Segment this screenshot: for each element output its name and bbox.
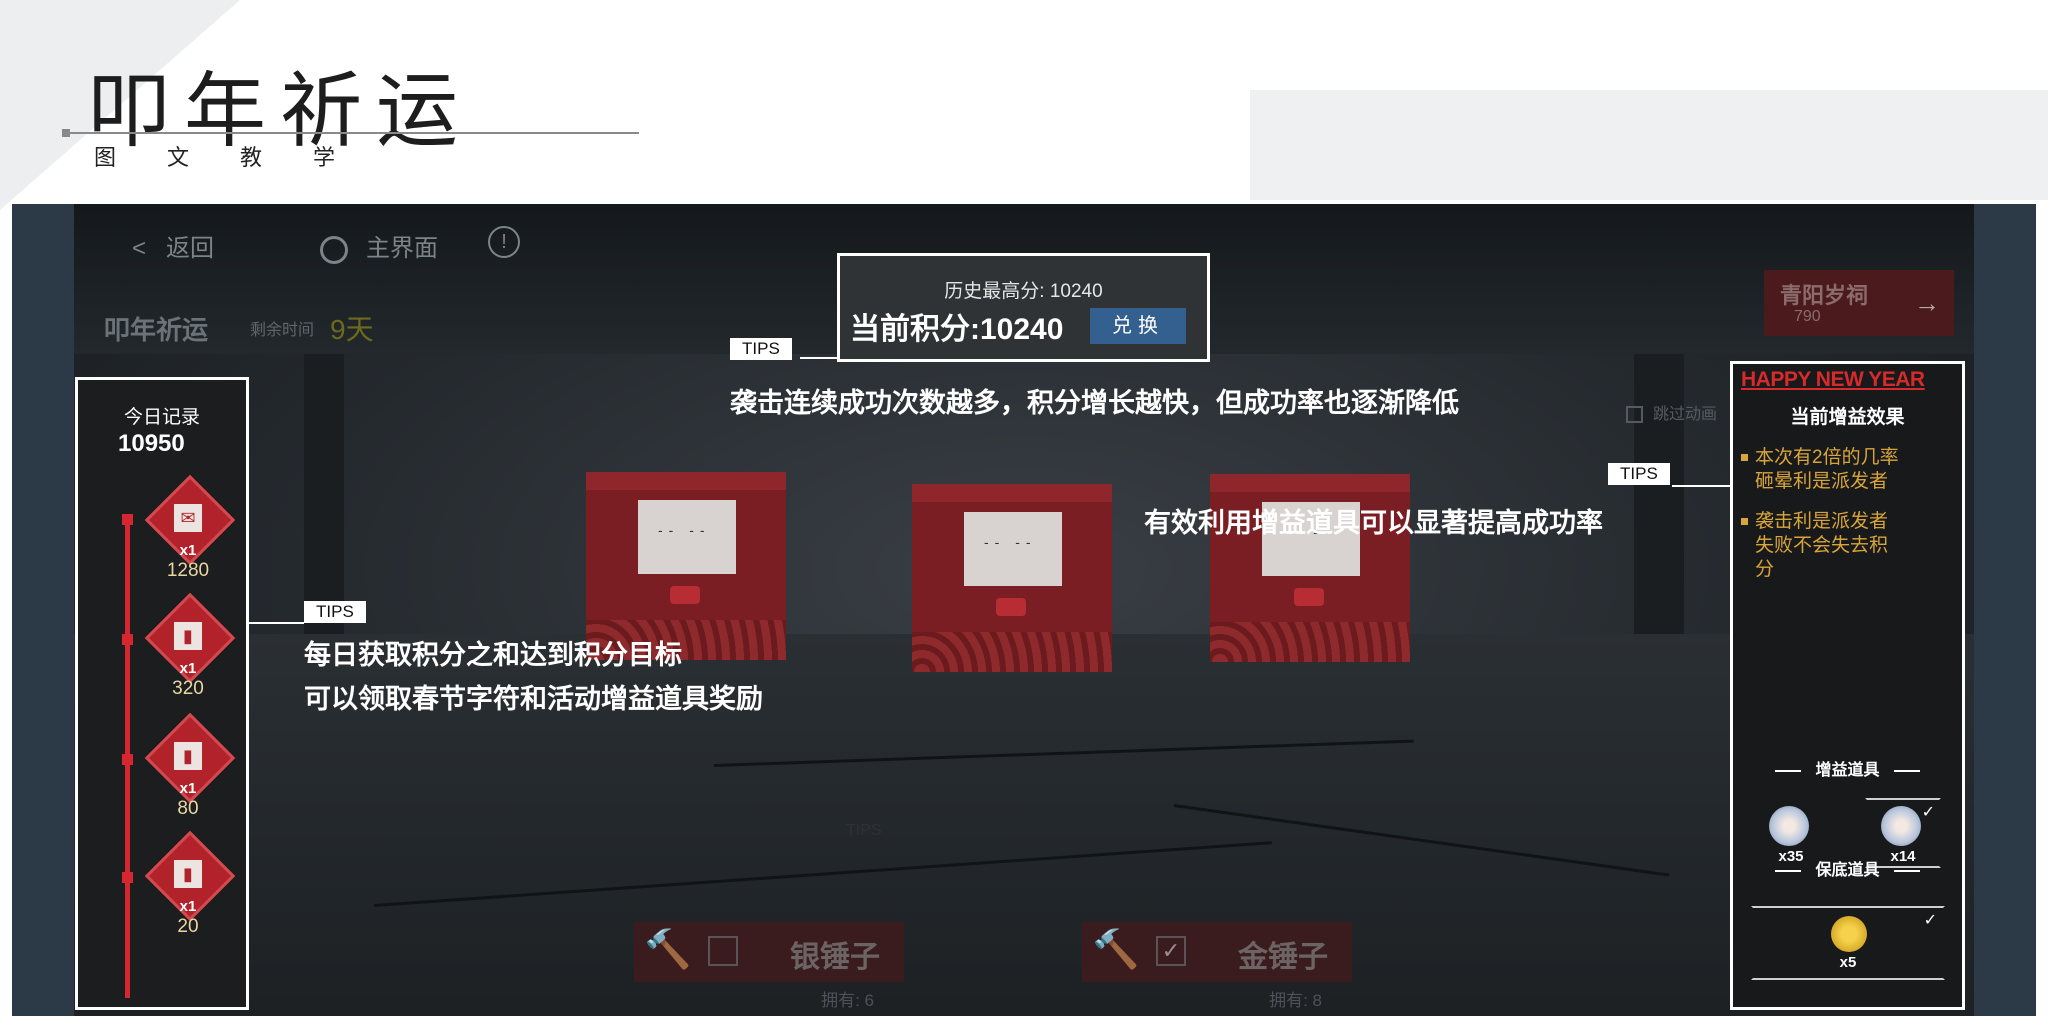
buff-effect: 袭击利是派发者 失败不会失去积 分 — [1741, 510, 1889, 582]
skip-label: 跳过动画 — [1653, 406, 1718, 423]
home-label: 主界面 — [366, 235, 438, 262]
gold-hammer-button[interactable]: 🔨 ✓ 金锤子 拥有: 8 — [1082, 922, 1352, 1010]
buff-effect: 本次有2倍的几率 砸晕利是派发者 — [1741, 446, 1899, 494]
box-bow — [996, 598, 1026, 616]
effect-line: 分 — [1755, 559, 1775, 580]
current-score: 当前积分:10240 — [850, 313, 1064, 346]
effect-line: 本次有2倍的几率 — [1755, 447, 1899, 468]
buff-panel: HAPPY NEW YEAR 当前增益效果 本次有2倍的几率 砸晕利是派发者 袭… — [1730, 361, 1965, 1010]
box-pattern — [912, 632, 1112, 672]
reward-points: 80 — [177, 798, 199, 819]
gold-hammer-owned: 拥有: 8 — [1269, 991, 1322, 1010]
tips-text-left-line1: 每日获取积分之和达到积分目标 — [304, 640, 682, 671]
box-face — [964, 512, 1062, 586]
checkbox-icon — [1626, 406, 1643, 424]
tips-text-left-line2: 可以领取春节字符和活动增益道具奖励 — [304, 684, 763, 715]
checkbox-icon — [708, 936, 738, 966]
red-box-character[interactable] — [912, 484, 1112, 672]
reward-milestone[interactable]: ▮ x1 80 — [144, 712, 236, 819]
tips-connector — [800, 357, 840, 359]
chevron-left-icon: < — [132, 235, 167, 262]
remaining-time-value: 9天 — [330, 314, 374, 345]
gold-coins-icon — [1831, 916, 1867, 952]
progress-node — [122, 754, 133, 765]
progress-node — [122, 872, 133, 883]
bullet-icon — [1741, 454, 1748, 461]
boost-items-section-title: 增益道具 — [1733, 756, 1962, 780]
silver-hammer-label: 银锤子 — [790, 941, 880, 974]
daily-record-total: 10950 — [118, 430, 185, 457]
bullet-icon — [1741, 518, 1748, 525]
lantern-bundle-icon — [1769, 806, 1809, 846]
decorative-band — [1250, 90, 2048, 200]
hammer-icon: 🔨 — [644, 929, 692, 971]
home-button[interactable]: 主界面 — [320, 228, 438, 264]
tips-tag-top: TIPS — [730, 338, 792, 360]
reward-points: 320 — [172, 678, 204, 699]
checkmark-icon: ✓ — [1156, 936, 1186, 966]
arrow-right-icon: → — [1914, 288, 1940, 318]
reward-count: x1 — [179, 660, 197, 677]
daily-record-title: 今日记录 — [123, 407, 200, 428]
guarantee-item-qty: x5 — [1839, 954, 1857, 971]
progress-node — [122, 634, 133, 645]
banner-count: 790 — [1794, 308, 1821, 325]
box-bow — [670, 586, 700, 604]
daily-record-panel: 今日记录 10950 ✉ x1 1280 ▮ x1 320 ▮ x1 80 ▮ … — [75, 377, 249, 1010]
guarantee-item-selected[interactable]: ✓ x5 — [1751, 906, 1945, 980]
effect-line: 失败不会失去积 — [1755, 535, 1889, 556]
tips-tag-right: TIPS — [1608, 463, 1670, 485]
tips-connector — [246, 622, 304, 624]
back-button[interactable]: < 返回 — [132, 228, 214, 263]
box-bow — [1294, 588, 1324, 606]
reward-count: x1 — [179, 898, 197, 915]
tips-connector — [1672, 485, 1732, 487]
exchange-button[interactable]: 兑换 — [1090, 308, 1186, 344]
reward-milestone[interactable]: ▮ x1 20 — [144, 830, 236, 937]
happy-new-year-banner: HAPPY NEW YEAR — [1741, 368, 1925, 391]
home-circle-icon — [320, 235, 348, 264]
history-high-score: 历史最高分: 10240 — [944, 281, 1103, 302]
reward-milestone[interactable]: ✉ x1 1280 — [144, 474, 236, 581]
reward-count: x1 — [179, 780, 197, 797]
ghost-tips-label: TIPS — [846, 822, 882, 839]
gold-hammer-label: 金锤子 — [1238, 941, 1328, 974]
page-subtitle: 图 文 教 学 — [94, 146, 357, 171]
reward-milestone[interactable]: ▮ x1 320 — [144, 592, 236, 699]
red-book-icon: ▮ — [174, 860, 202, 888]
red-book-icon: ▮ — [174, 622, 202, 650]
effect-line: 袭击利是派发者 — [1755, 511, 1889, 532]
tips-text-right: 有效利用增益道具可以显著提高成功率 — [1144, 508, 1603, 539]
back-label: 返回 — [166, 235, 215, 262]
info-icon[interactable]: ! — [488, 226, 520, 258]
reward-points: 20 — [177, 916, 199, 937]
lantern-bundle-icon — [1881, 806, 1921, 846]
red-box-character[interactable] — [586, 472, 786, 660]
box-face — [638, 500, 736, 574]
silver-hammer-owned: 拥有: 6 — [821, 991, 874, 1010]
effect-line: 砸晕利是派发者 — [1755, 471, 1889, 492]
progress-node — [122, 514, 133, 525]
event-name: 叩年祈运 — [104, 315, 209, 345]
reward-count: x1 — [179, 542, 197, 559]
hammer-icon: 🔨 — [1092, 929, 1140, 971]
checkmark-icon: ✓ — [1923, 912, 1937, 929]
title-underline — [64, 132, 639, 134]
buff-panel-title: 当前增益效果 — [1790, 407, 1905, 428]
remaining-time-label: 剩余时间 — [250, 322, 315, 339]
silver-hammer-button[interactable]: 🔨 银锤子 拥有: 6 — [634, 922, 904, 1010]
skip-animation-toggle[interactable]: 跳过动画 — [1626, 400, 1717, 424]
box-pattern — [1210, 622, 1410, 662]
guarantee-items-section-title: 保底道具 — [1733, 856, 1962, 880]
tips-tag-left: TIPS — [304, 601, 366, 623]
red-book-icon: ▮ — [174, 742, 202, 770]
tips-text-top: 袭击连续成功次数越多，积分增长越快，但成功率也逐渐降低 — [730, 388, 1459, 419]
reward-points: 1280 — [166, 560, 210, 581]
checkmark-icon: ✓ — [1921, 804, 1935, 821]
qingyang-shrine-banner[interactable]: 青阳岁祠 790 → — [1764, 270, 1954, 336]
red-envelope-icon: ✉ — [174, 504, 202, 532]
banner-title: 青阳岁祠 — [1780, 283, 1869, 308]
score-panel: 历史最高分: 10240 当前积分:10240 兑换 — [837, 253, 1210, 362]
